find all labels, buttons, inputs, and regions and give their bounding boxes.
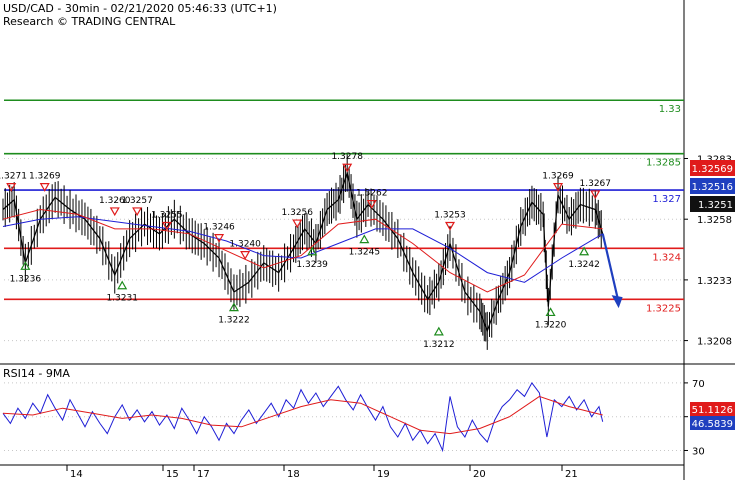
rsi-tag-label-1: 46.5839: [692, 419, 733, 430]
price-tag-label-0: 1.32569: [692, 164, 733, 175]
price-tag-label-2: 1.3251: [698, 200, 733, 211]
price-tick-label-3: 1.3208: [697, 337, 732, 348]
high-label-10: 1.3253: [434, 210, 466, 220]
price-tick-label-1: 1.3258: [697, 215, 732, 226]
low-label-4: 1.3245: [349, 248, 381, 258]
low-label-3: 1.3239: [296, 260, 328, 270]
time-tick-label-0: 14: [70, 469, 83, 480]
rsi-title: RSI14 - 9MA: [3, 367, 70, 380]
chart-header-source: Research © TRADING CENTRAL: [3, 15, 176, 28]
time-tick-label-4: 19: [377, 469, 390, 480]
high-label-3: 1.3257: [121, 196, 153, 206]
high-label-8: 1.3278: [331, 152, 363, 162]
low-label-6: 1.3242: [568, 260, 600, 270]
level-label-3: 1.324: [652, 252, 681, 263]
high-label-5: 1.3246: [203, 223, 235, 233]
high-label-1: 1.3269: [29, 172, 61, 182]
level-label-4: 1.3225: [646, 303, 681, 314]
level-label-0: 1.33: [659, 104, 681, 115]
level-label-2: 1.327: [652, 194, 681, 205]
time-tick-label-3: 18: [287, 469, 300, 480]
high-label-4: 1.3255: [151, 210, 183, 220]
trading-chart: USD/CAD - 30min - 02/21/2020 05:46:33 (U…: [0, 0, 735, 480]
time-tick-label-1: 15: [166, 469, 179, 480]
rsi-tick-label-2: 30: [692, 446, 705, 457]
low-label-1: 1.3231: [106, 294, 138, 304]
high-label-12: 1.3267: [580, 179, 612, 189]
low-label-7: 1.3220: [535, 320, 567, 330]
price-tag-label-1: 1.32516: [692, 182, 733, 193]
time-tick-label-6: 21: [565, 469, 578, 480]
time-tick-label-2: 17: [197, 469, 210, 480]
high-label-9: 1.3262: [356, 189, 388, 199]
low-label-2: 1.3222: [218, 316, 250, 326]
rsi-tag-label-0: 51.1126: [692, 405, 733, 416]
price-tick-label-2: 1.3233: [697, 276, 732, 287]
high-label-6: 1.3240: [229, 240, 261, 250]
high-label-7: 1.3256: [282, 208, 314, 218]
price-tags: 1.32569 1.32516 1.3251: [690, 160, 735, 212]
time-tick-label-5: 20: [473, 469, 486, 480]
low-label-5: 1.3212: [423, 340, 455, 350]
chart-header-title: USD/CAD - 30min - 02/21/2020 05:46:33 (U…: [3, 2, 277, 15]
high-label-11: 1.3269: [542, 172, 574, 182]
high-label-0: 1.3271: [0, 172, 27, 182]
level-label-1: 1.3285: [646, 158, 681, 169]
low-label-0: 1.3236: [10, 274, 42, 284]
rsi-tick-label-0: 70: [692, 379, 705, 390]
